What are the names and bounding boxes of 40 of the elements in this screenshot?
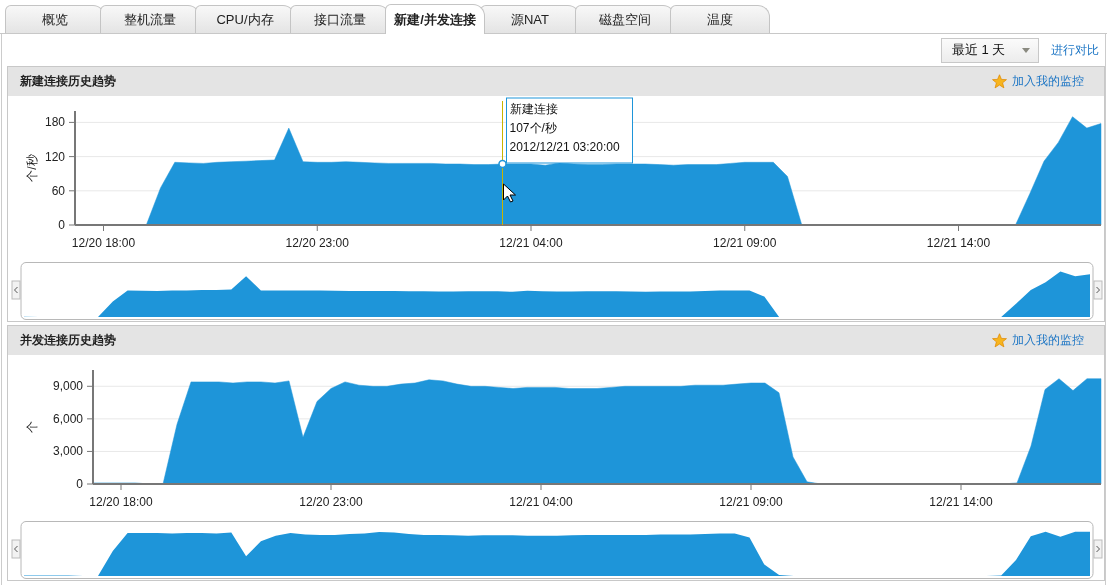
- y-tick-label: 60: [51, 183, 65, 198]
- x-tick-label: 12/21 04:00: [509, 495, 573, 509]
- x-tick-label: 12/21 09:00: [719, 495, 783, 509]
- tab[interactable]: 新建/并发连接: [385, 4, 485, 34]
- add-to-monitor-link[interactable]: 加入我的监控: [992, 73, 1084, 90]
- y-axis-title: 个/秒: [25, 154, 39, 182]
- y-tick-label: 3,000: [52, 444, 83, 459]
- point-marker: [498, 159, 507, 169]
- y-tick-label: 0: [76, 477, 83, 491]
- compare-link[interactable]: 进行对比: [1051, 41, 1099, 59]
- y-tick-label: 120: [44, 149, 65, 164]
- x-tick-label: 12/21 14:00: [929, 495, 993, 509]
- x-tick-label: 12/21 14:00: [926, 236, 991, 250]
- x-tick-label: 12/21 04:00: [499, 236, 563, 250]
- panel-title: 新建连接历史趋势: [20, 73, 116, 90]
- y-tick-label: 9,000: [52, 379, 83, 394]
- tooltip-text: 新建连接: [509, 102, 558, 116]
- x-tick-label: 12/20 23:00: [299, 495, 363, 509]
- scroll-left-button[interactable]: [11, 280, 21, 300]
- add-to-monitor-link[interactable]: 加入我的监控: [992, 332, 1084, 349]
- caret-icon: [1022, 47, 1030, 53]
- y-tick-label: 0: [58, 218, 65, 232]
- x-tick-label: 12/20 23:00: [285, 236, 349, 250]
- scroll-left-button[interactable]: [11, 539, 21, 559]
- scroll-right-button[interactable]: [1093, 539, 1103, 559]
- y-tick-label: 180: [44, 115, 65, 130]
- tooltip-text: 107个/秒: [509, 121, 557, 135]
- star-icon: [992, 74, 1007, 89]
- x-tick-label: 12/20 18:00: [89, 495, 153, 509]
- scroll-right-button[interactable]: [1093, 280, 1103, 300]
- star-icon: [992, 333, 1007, 348]
- x-tick-label: 12/20 18:00: [71, 236, 136, 250]
- panel-title: 并发连接历史趋势: [20, 332, 116, 349]
- y-axis-title: 个: [25, 421, 39, 433]
- cursor-icon: [503, 183, 516, 203]
- y-tick-label: 6,000: [52, 411, 83, 426]
- range-dropdown[interactable]: 最近 1 天: [941, 37, 1039, 63]
- tab[interactable]: 温度: [670, 5, 770, 33]
- x-tick-label: 12/21 09:00: [713, 236, 777, 250]
- tooltip-text: 2012/12/21 03:20:00: [509, 140, 620, 154]
